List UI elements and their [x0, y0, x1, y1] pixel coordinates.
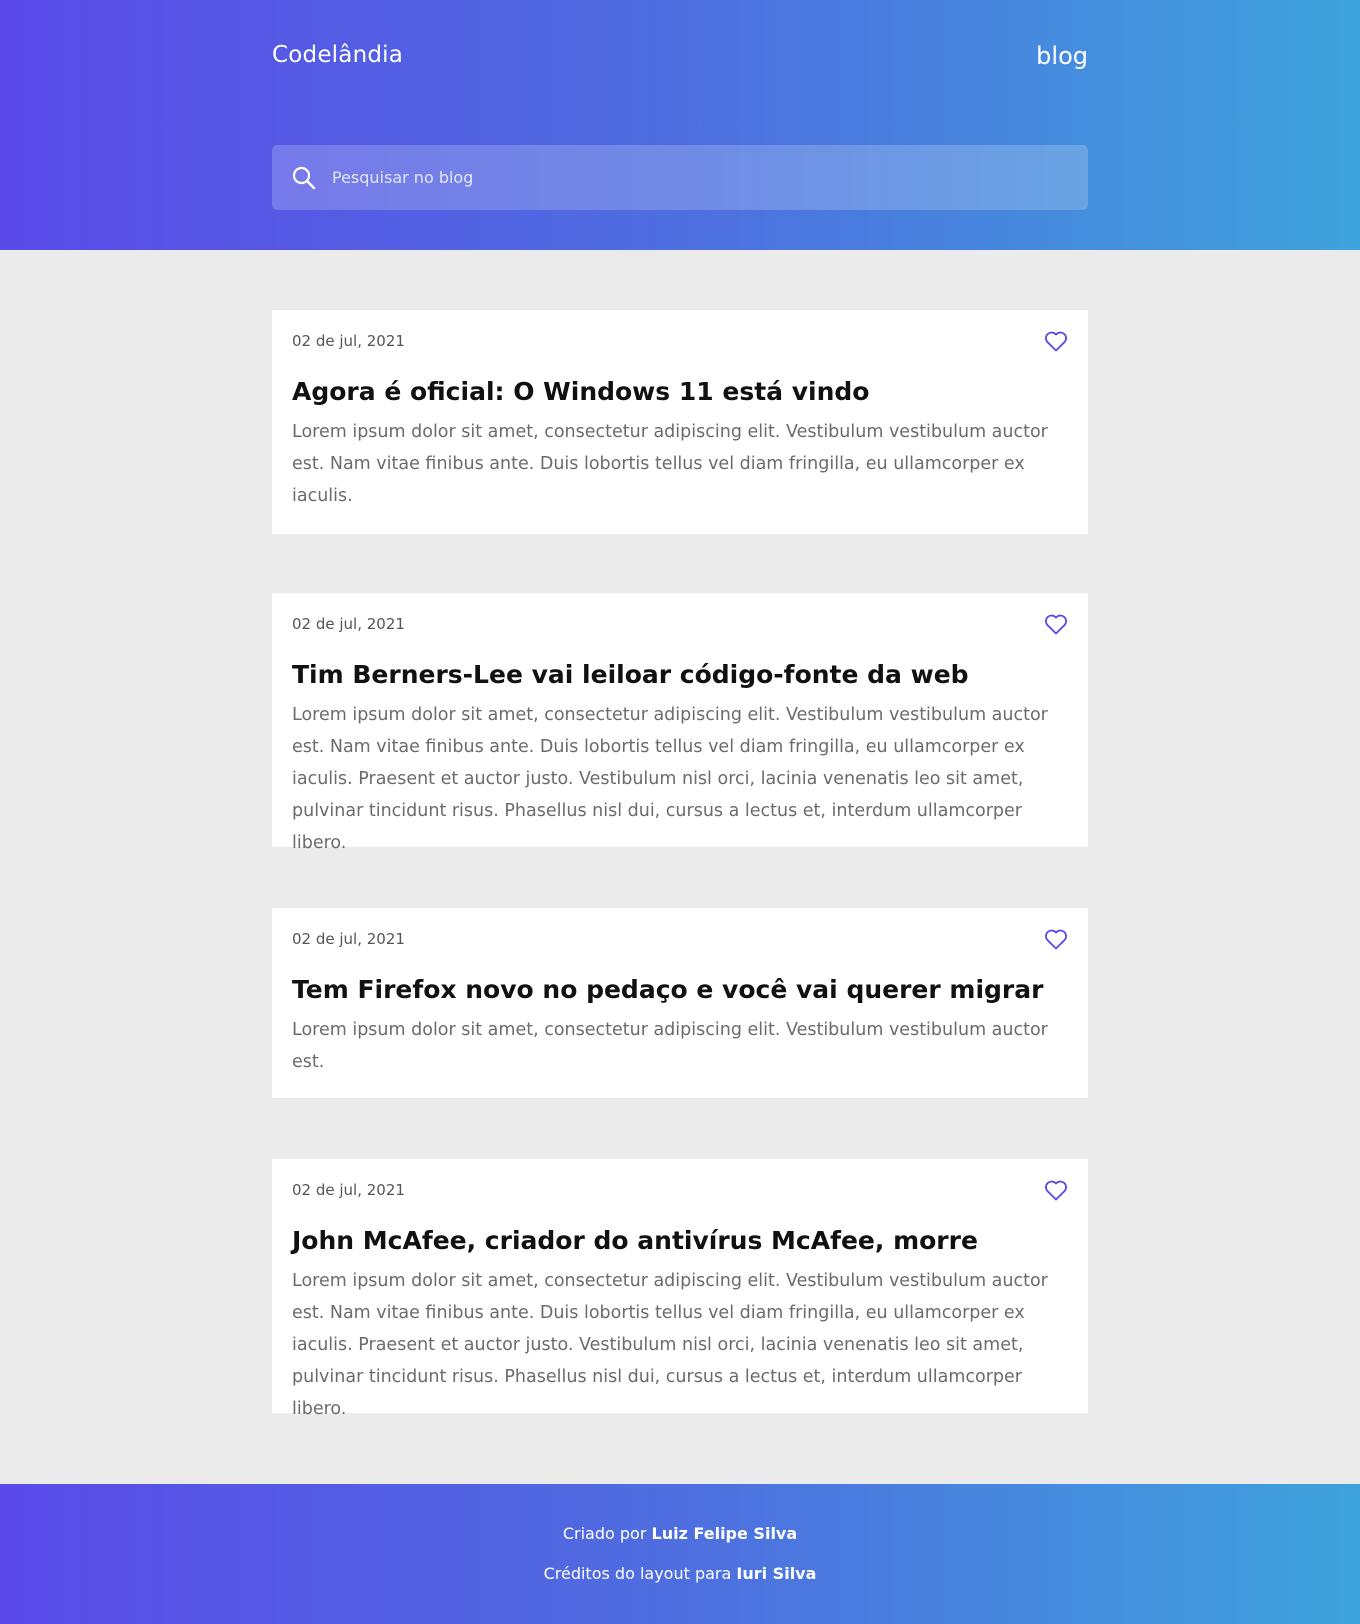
brand-logo[interactable]: Codelândia: [272, 42, 403, 68]
site-footer: Criado por Luiz Felipe Silva Créditos do…: [0, 1484, 1360, 1624]
site-header: Codelândia blog: [0, 0, 1360, 250]
post-title[interactable]: John McAfee, criador do antivírus McAfee…: [292, 1225, 1068, 1257]
search-bar[interactable]: [272, 145, 1088, 210]
footer-credits: Créditos do layout para Iuri Silva: [0, 1564, 1360, 1583]
post-excerpt: Lorem ipsum dolor sit amet, consectetur …: [292, 705, 1048, 853]
heart-outline-icon[interactable]: [1044, 613, 1068, 635]
footer-credits-prefix: Créditos do layout para: [543, 1564, 732, 1583]
search-input[interactable]: [332, 145, 1088, 210]
post-card[interactable]: 02 de jul, 2021 John McAfee, criador do …: [272, 1159, 1088, 1419]
post-excerpt: Lorem ipsum dolor sit amet, consectetur …: [292, 1271, 1048, 1419]
post-title[interactable]: Tim Berners-Lee vai leiloar código-fonte…: [292, 659, 1068, 691]
nav-blog-link[interactable]: blog: [1036, 42, 1088, 70]
footer-designer-name: Iuri Silva: [736, 1564, 817, 1583]
footer-author-name: Luiz Felipe Silva: [651, 1524, 798, 1543]
post-excerpt: Lorem ipsum dolor sit amet, consectetur …: [292, 422, 1048, 506]
post-card[interactable]: 02 de jul, 2021 Tem Firefox novo no peda…: [272, 908, 1088, 1098]
post-card[interactable]: 02 de jul, 2021 Tim Berners-Lee vai leil…: [272, 593, 1088, 853]
post-title[interactable]: Tem Firefox novo no pedaço e você vai qu…: [292, 974, 1068, 1006]
heart-outline-icon[interactable]: [1044, 1179, 1068, 1201]
post-date: 02 de jul, 2021: [292, 332, 405, 350]
post-card[interactable]: 02 de jul, 2021 Agora é oficial: O Windo…: [272, 310, 1088, 534]
post-date: 02 de jul, 2021: [292, 615, 405, 633]
search-icon: [290, 164, 318, 192]
footer-created-by: Criado por Luiz Felipe Silva: [0, 1524, 1360, 1543]
post-date: 02 de jul, 2021: [292, 1181, 405, 1199]
footer-created-prefix: Criado por: [562, 1524, 647, 1543]
post-date: 02 de jul, 2021: [292, 930, 405, 948]
heart-outline-icon[interactable]: [1044, 330, 1068, 352]
post-title[interactable]: Agora é oficial: O Windows 11 está vindo: [292, 376, 1068, 408]
heart-outline-icon[interactable]: [1044, 928, 1068, 950]
post-excerpt: Lorem ipsum dolor sit amet, consectetur …: [292, 1020, 1048, 1072]
